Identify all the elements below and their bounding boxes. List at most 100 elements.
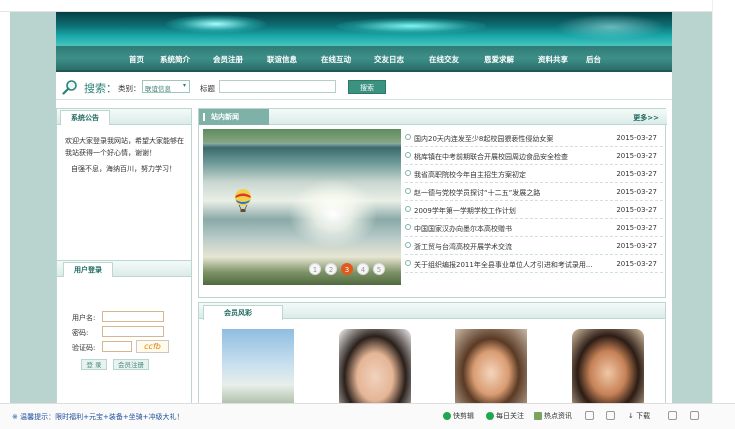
page-background-right bbox=[672, 12, 712, 407]
news-date: 2015-03-27 bbox=[616, 188, 657, 196]
category-label: 类别： bbox=[118, 84, 141, 93]
bullet-icon bbox=[405, 206, 411, 212]
nav-item-home[interactable]: 首页 bbox=[129, 54, 144, 65]
username-label: 用户名: bbox=[72, 314, 96, 322]
nav-item-interaction[interactable]: 在线互动 bbox=[321, 54, 351, 65]
status-item-daily[interactable]: 每日关注 bbox=[486, 411, 524, 421]
register-button[interactable]: 会员注册 bbox=[113, 359, 149, 370]
browser-top-strip bbox=[0, 0, 735, 12]
status-item-label: 每日关注 bbox=[496, 412, 524, 420]
nav-item-fellowship[interactable]: 联谊信息 bbox=[267, 54, 297, 65]
news-row[interactable]: 我省高职院校今年自主招生方案初定 2015-03-27 bbox=[405, 165, 663, 183]
keyword-input[interactable] bbox=[219, 80, 336, 93]
keyword-label: 标题 bbox=[200, 84, 215, 93]
member-photo[interactable] bbox=[455, 329, 527, 409]
notice-panel: 系统公告 欢迎大家登录我网站，希望大家能够在我站获得一个好心情，谢谢！ 自强不息… bbox=[56, 108, 192, 262]
notice-line: 自强不息，海纳百川，努力学习！ bbox=[71, 165, 176, 173]
member-photo[interactable] bbox=[222, 329, 294, 409]
member-photo[interactable] bbox=[572, 329, 644, 409]
banner-light bbox=[166, 15, 266, 33]
news-more-link[interactable]: 更多>> bbox=[633, 113, 659, 123]
settings-icon[interactable] bbox=[690, 411, 699, 420]
members-panel: 会员风彩 bbox=[198, 302, 666, 409]
notice-line: 欢迎大家登录我网站，希望大家能够在我站获得一个好心情，谢谢！ bbox=[65, 137, 184, 157]
news-row[interactable]: 关于组织编报2011年全县事业单位人才引进和考试录用... 2015-03-27 bbox=[405, 255, 663, 273]
slide-pager-button[interactable]: 4 bbox=[357, 263, 369, 275]
category-select[interactable]: 联谊信息 ▾ bbox=[142, 80, 190, 93]
browser-right-edge bbox=[712, 0, 735, 403]
bullet-icon bbox=[405, 224, 411, 230]
nav-item-dating[interactable]: 在线交友 bbox=[429, 54, 459, 65]
news-row[interactable]: 中国国家汉办向墨尔本高校赠书 2015-03-27 bbox=[405, 219, 663, 237]
nav-item-share[interactable]: 资料共享 bbox=[538, 54, 568, 65]
news-title-link[interactable]: 浙工贸与台湾高校开展学术交流 bbox=[414, 242, 599, 252]
nav-item-intro[interactable]: 系统简介 bbox=[160, 54, 190, 65]
nav-item-help[interactable]: 恩爱求解 bbox=[484, 54, 514, 65]
member-photo[interactable] bbox=[339, 329, 411, 409]
news-date: 2015-03-27 bbox=[616, 152, 657, 160]
news-title-link[interactable]: 桃库镇在中考前期联合开展校园周边食品安全检查 bbox=[414, 152, 599, 162]
search-button[interactable]: 搜索 bbox=[348, 80, 386, 94]
captcha-input[interactable] bbox=[102, 341, 132, 352]
news-title-link[interactable]: 赵一德与党校学员探讨“十二五”发展之路 bbox=[414, 188, 599, 198]
news-title-link[interactable]: 中国国家汉办向墨尔本高校赠书 bbox=[414, 224, 599, 234]
status-item-label: 快剪辑 bbox=[453, 412, 474, 420]
nav-item-diary[interactable]: 交友日志 bbox=[374, 54, 404, 65]
news-row[interactable]: 桃库镇在中考前期联合开展校园周边食品安全检查 2015-03-27 bbox=[405, 147, 663, 165]
news-date: 2015-03-27 bbox=[616, 260, 657, 268]
news-row[interactable]: 浙工贸与台湾高校开展学术交流 2015-03-27 bbox=[405, 237, 663, 255]
play-icon bbox=[443, 412, 451, 420]
status-item-clip[interactable]: 快剪辑 bbox=[443, 411, 474, 421]
news-slideshow[interactable]: 1 2 3 4 5 bbox=[203, 129, 401, 285]
slide-trees bbox=[203, 129, 401, 143]
username-input[interactable] bbox=[102, 311, 164, 322]
refresh-icon[interactable] bbox=[585, 411, 594, 420]
members-title: 会员风彩 bbox=[203, 305, 283, 320]
news-title-link[interactable]: 关于组织编报2011年全县事业单位人才引进和考试录用... bbox=[414, 260, 599, 270]
news-title-link[interactable]: 我省高职院校今年自主招生方案初定 bbox=[414, 170, 599, 180]
nav-item-register[interactable]: 会员注册 bbox=[213, 54, 243, 65]
notice-header: 系统公告 bbox=[57, 109, 191, 125]
bullet-icon bbox=[405, 242, 411, 248]
play-icon bbox=[486, 412, 494, 420]
news-row[interactable]: 赵一德与党校学员探讨“十二五”发展之路 2015-03-27 bbox=[405, 183, 663, 201]
news-date: 2015-03-27 bbox=[616, 170, 657, 178]
news-title-link[interactable]: 2009学年第一学期学校工作计划 bbox=[414, 206, 599, 216]
slide-pager-button[interactable]: 1 bbox=[309, 263, 321, 275]
browser-status-bar: ※ 温馨提示：限时福利+元宝+装备+坐骑+冲级大礼！ 快剪辑 每日关注 热点资讯… bbox=[0, 403, 735, 429]
banner-light bbox=[556, 14, 666, 40]
news-date: 2015-03-27 bbox=[616, 206, 657, 214]
tools-icon[interactable] bbox=[606, 411, 615, 420]
slide-pager-button[interactable]: 5 bbox=[373, 263, 385, 275]
notice-title: 系统公告 bbox=[60, 110, 110, 125]
password-input[interactable] bbox=[102, 326, 164, 337]
news-row[interactable]: 国内20天内连发至少8起校园猥亵性侵幼女案 2015-03-27 bbox=[405, 129, 663, 147]
news-panel: 站内新闻 更多>> 1 2 3 4 5 国内20天内连发至少8起校园猥亵性侵幼女… bbox=[198, 108, 667, 298]
slide-pager-button[interactable]: 2 bbox=[325, 263, 337, 275]
flag-icon[interactable] bbox=[668, 411, 677, 420]
news-date: 2015-03-27 bbox=[616, 242, 657, 250]
login-header: 用户登录 bbox=[57, 261, 191, 277]
site-banner bbox=[56, 12, 672, 46]
bullet-icon bbox=[405, 188, 411, 194]
members-header: 会员风彩 bbox=[199, 303, 665, 320]
status-tip-link[interactable]: ※ 温馨提示：限时福利+元宝+装备+坐骑+冲级大礼！ bbox=[12, 412, 184, 422]
slide-pager-button-active[interactable]: 3 bbox=[341, 263, 353, 275]
news-date: 2015-03-27 bbox=[616, 224, 657, 232]
login-panel: 用户登录 用户名: 密码: 验证码: ccfb 登 录 会员注册 bbox=[56, 260, 192, 407]
main-nav: 首页 系统简介 会员注册 联谊信息 在线互动 交友日志 在线交友 恩爱求解 资料… bbox=[56, 46, 672, 72]
news-row[interactable]: 2009学年第一学期学校工作计划 2015-03-27 bbox=[405, 201, 663, 219]
captcha-image[interactable]: ccfb bbox=[136, 340, 169, 353]
bullet-icon bbox=[405, 134, 411, 140]
bullet-icon bbox=[405, 260, 411, 266]
nav-item-admin[interactable]: 后台 bbox=[586, 54, 601, 65]
news-date: 2015-03-27 bbox=[616, 134, 657, 142]
bullet-icon bbox=[405, 170, 411, 176]
captcha-label: 验证码: bbox=[72, 344, 96, 352]
status-item-news[interactable]: 热点资讯 bbox=[534, 411, 572, 421]
news-title-link[interactable]: 国内20天内连发至少8起校园猥亵性侵幼女案 bbox=[414, 134, 599, 144]
slide-sun bbox=[288, 179, 378, 249]
login-button[interactable]: 登 录 bbox=[81, 359, 107, 370]
banner-light bbox=[336, 18, 486, 34]
status-item-download[interactable]: ↓ 下载 bbox=[628, 411, 650, 421]
